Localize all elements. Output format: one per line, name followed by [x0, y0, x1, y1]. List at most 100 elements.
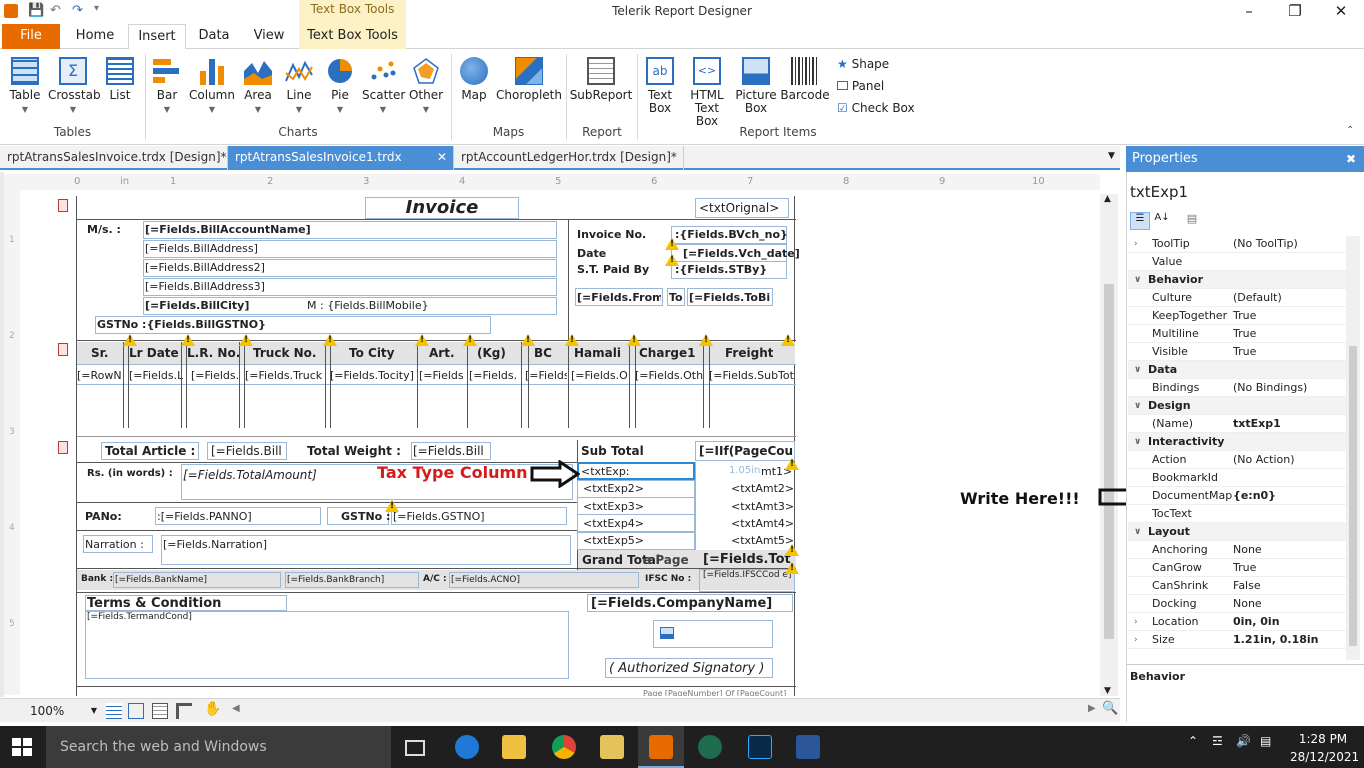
maximize-icon[interactable]: ❐	[1272, 2, 1318, 24]
doc-tab-sales-invoice[interactable]: rptAtransSalesInvoice.trdx [Design]*	[0, 146, 228, 170]
barcode-button[interactable]: Barcode	[780, 49, 830, 102]
property-row[interactable]: (Name) txtExp1	[1128, 415, 1346, 433]
chevron-down-icon[interactable]: ∨	[1134, 523, 1141, 541]
doc-tab-sales-invoice1[interactable]: rptAtransSalesInvoice1.trdx [Design]✕	[228, 146, 454, 187]
tab-view[interactable]: View	[242, 24, 296, 49]
notification-icon[interactable]: ▤	[1260, 734, 1271, 748]
txt-amt3[interactable]: <txtAmt3>	[731, 500, 794, 513]
picture-box-button[interactable]: Picture Box	[734, 49, 778, 115]
property-category[interactable]: ∨ Interactivity	[1128, 433, 1346, 451]
h-scroll-right-icon[interactable]: ▶	[1088, 703, 1096, 714]
page-header-band-icon[interactable]	[58, 199, 68, 212]
cell-lr-date[interactable]: [=Fields.L	[129, 369, 183, 382]
folder-icon[interactable]	[600, 735, 624, 759]
line-chart-button[interactable]: Line ▼	[280, 49, 318, 116]
property-row[interactable]: TocText	[1128, 505, 1346, 523]
property-value[interactable]: (No ToolTip)	[1233, 235, 1298, 253]
word-icon[interactable]	[796, 735, 820, 759]
property-category[interactable]: ∨ Behavior	[1128, 271, 1346, 289]
area-chart-button[interactable]: Area ▼	[238, 49, 278, 116]
chevron-down-icon[interactable]: ∨	[1134, 433, 1141, 451]
other-chart-button[interactable]: Other ▼	[406, 49, 446, 116]
tab-insert[interactable]: Insert	[128, 24, 186, 50]
alphabetical-icon[interactable]: A↓	[1152, 212, 1172, 230]
bar-chart-button[interactable]: Bar ▼	[148, 49, 186, 116]
edge-icon[interactable]	[455, 735, 479, 759]
txt-exp4[interactable]: <txtExp4>	[583, 517, 644, 530]
property-row[interactable]: Docking None	[1128, 595, 1346, 613]
property-row[interactable]: Culture (Default)	[1128, 289, 1346, 307]
map-button[interactable]: Map	[454, 49, 494, 102]
chevron-down-icon[interactable]: ∨	[1134, 397, 1141, 415]
props-scrollbar[interactable]	[1346, 236, 1360, 660]
clock-date[interactable]: 28/12/2021	[1290, 750, 1359, 764]
clock-time[interactable]: 1:28 PM	[1296, 732, 1350, 746]
property-value[interactable]: (No Action)	[1233, 451, 1295, 469]
chrome-icon[interactable]	[552, 735, 576, 759]
property-value[interactable]: 1.21in, 0.18in	[1233, 631, 1319, 649]
file-explorer-icon[interactable]	[502, 735, 526, 759]
ruler-toggle-icon[interactable]	[176, 703, 192, 719]
property-value[interactable]: True	[1233, 559, 1256, 577]
property-row[interactable]: › Location 0in, 0in	[1128, 613, 1346, 631]
grid-icon[interactable]	[106, 703, 122, 719]
pie-chart-button[interactable]: Pie ▼	[322, 49, 358, 116]
property-row[interactable]: Visible True	[1128, 343, 1346, 361]
cell-bc[interactable]: [=Fields	[525, 369, 567, 382]
chevron-right-icon[interactable]: ›	[1134, 235, 1138, 253]
volume-icon[interactable]: 🔊	[1236, 734, 1251, 748]
property-row[interactable]: Multiline True	[1128, 325, 1346, 343]
property-row[interactable]: Bindings (No Bindings)	[1128, 379, 1346, 397]
taskbar-search[interactable]: Search the web and Windows	[46, 726, 391, 768]
txt-exp1[interactable]: <txtExp:	[581, 465, 630, 478]
vertical-scrollbar[interactable]: ▲ ▼	[1100, 194, 1118, 696]
chevron-right-icon[interactable]: ›	[1134, 631, 1138, 649]
panel-button[interactable]: Panel	[837, 79, 884, 93]
txt-amt4[interactable]: <txtAmt4>	[731, 517, 794, 530]
property-row[interactable]: CanGrow True	[1128, 559, 1346, 577]
cell-art[interactable]: [=Fields	[419, 369, 465, 382]
property-value[interactable]: (Default)	[1233, 289, 1282, 307]
shape-button[interactable]: ★ Shape	[837, 57, 889, 71]
txt-amt2[interactable]: <txtAmt2>	[731, 482, 794, 495]
chevron-down-icon[interactable]: ∨	[1134, 361, 1141, 379]
property-category[interactable]: ∨ Design	[1128, 397, 1346, 415]
cell-truck[interactable]: [=Fields.Truck	[245, 369, 325, 382]
tab-text-box-tools[interactable]: Text Box Tools	[299, 24, 406, 49]
close-tab-icon[interactable]: ✕	[437, 146, 447, 169]
zoom-magnifier-icon[interactable]: 🔍	[1102, 701, 1118, 716]
property-row[interactable]: BookmarkId	[1128, 469, 1346, 487]
table-band-icon[interactable]	[58, 343, 68, 356]
property-value[interactable]: txtExp1	[1233, 415, 1281, 433]
column-chart-button[interactable]: Column ▼	[188, 49, 236, 116]
property-value[interactable]: None	[1233, 595, 1262, 613]
scatter-chart-button[interactable]: Scatter ▼	[362, 49, 405, 116]
page-footer-band-icon[interactable]	[58, 441, 68, 454]
report-designer-icon[interactable]	[649, 735, 673, 759]
check-box-button[interactable]: ☑ Check Box	[837, 101, 915, 115]
list-button[interactable]: List	[100, 49, 140, 102]
photoshop-icon[interactable]	[748, 735, 772, 759]
property-value[interactable]: False	[1233, 577, 1261, 595]
property-value[interactable]: (No Bindings)	[1233, 379, 1307, 397]
property-row[interactable]: Value	[1128, 253, 1346, 271]
property-value[interactable]: True	[1233, 307, 1256, 325]
property-row[interactable]: CanShrink False	[1128, 577, 1346, 595]
close-properties-icon[interactable]: ✖	[1346, 146, 1356, 172]
cell-rownum[interactable]: [=RowN	[77, 369, 123, 382]
tabs-dropdown-icon[interactable]: ▼	[1108, 151, 1115, 161]
doc-tab-account-ledger[interactable]: rptAccountLedgerHor.trdx [Design]*	[454, 146, 684, 170]
html-text-box-button[interactable]: <> HTML Text Box	[682, 49, 732, 128]
crosstab-button[interactable]: Σ Crosstab ▼	[48, 49, 101, 116]
start-button[interactable]	[12, 738, 32, 756]
grand-total-value[interactable]: [=Fields.Tot	[703, 552, 795, 567]
cell-kg[interactable]: [=Fields.	[469, 369, 521, 382]
save-icon[interactable]: 💾	[28, 3, 44, 18]
tray-chevron-icon[interactable]: ⌃	[1188, 734, 1198, 748]
property-row[interactable]: KeepTogether True	[1128, 307, 1346, 325]
redo-icon[interactable]: ↷	[72, 3, 83, 18]
property-category[interactable]: ∨ Layout	[1128, 523, 1346, 541]
text-box-button[interactable]: ab Text Box	[640, 49, 680, 115]
cell-tocity[interactable]: [=Fields.Tocity]	[330, 369, 416, 382]
tab-data[interactable]: Data	[188, 24, 240, 49]
